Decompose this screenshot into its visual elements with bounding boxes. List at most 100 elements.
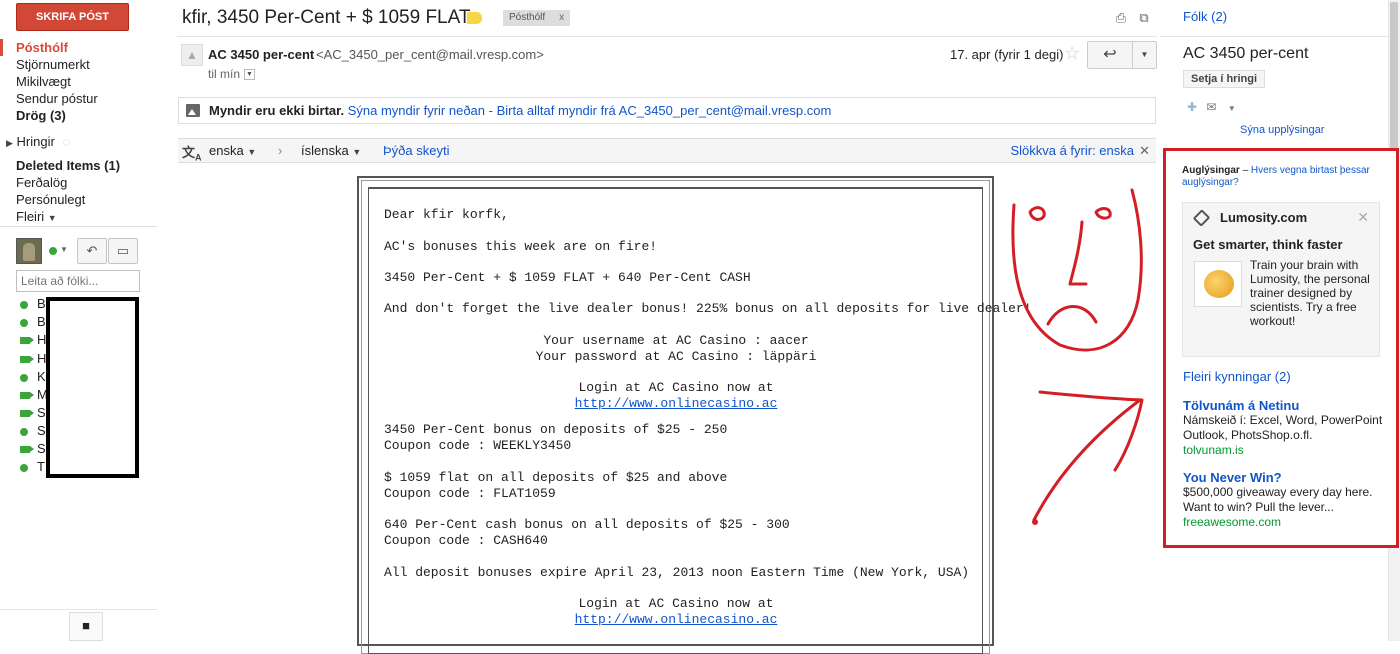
label-tag-icon[interactable] xyxy=(467,12,482,24)
nav-item-deleted-items[interactable]: Deleted Items (1) xyxy=(0,157,160,174)
sad-face-outline xyxy=(1011,188,1143,352)
casino-link[interactable]: http://www.onlinecasino.ac xyxy=(575,612,778,627)
more-offers-link[interactable]: Fleiri kynningar (2) xyxy=(1183,369,1291,384)
inbox-label-chip[interactable]: Pósthólf x xyxy=(503,10,571,26)
body-line: $ 1059 flat on all deposits of $25 and a… xyxy=(384,470,728,485)
nav-item-drafts[interactable]: Drög (3) xyxy=(0,107,160,124)
header-divider xyxy=(177,36,1157,37)
ads-dash: – xyxy=(1239,165,1251,176)
nav-item-circles[interactable]: ▶ Hringir ◌ xyxy=(0,133,160,150)
ad-title[interactable]: You Never Win? xyxy=(1183,470,1388,485)
video-status-icon xyxy=(20,446,34,454)
login-text: Login at AC Casino now at xyxy=(578,596,774,611)
contact-initial: S xyxy=(37,423,46,438)
translate-message-link[interactable]: Þýða skeyti xyxy=(383,143,449,158)
online-status-icon xyxy=(20,463,28,472)
text-ad[interactable]: You Never Win? $500,000 giveaway every d… xyxy=(1183,470,1388,530)
sender-name[interactable]: AC 3450 per-cent xyxy=(208,47,314,62)
contact-initial: H xyxy=(37,351,47,366)
print-icon[interactable]: ⎙ xyxy=(1114,11,1128,24)
people-search-input[interactable] xyxy=(16,270,140,292)
body-line: All deposit bonuses expire April 23, 201… xyxy=(384,565,970,580)
nav-divider xyxy=(0,226,157,227)
nav-item-inbox[interactable]: Pósthólf xyxy=(0,39,160,56)
body-line: 3450 Per-Cent bonus on deposits of $25 -… xyxy=(384,422,728,437)
contact-initial: T xyxy=(37,459,45,474)
video-status-icon xyxy=(20,410,34,418)
labels-list: Deleted Items (1) Ferðalög Persónulegt F… xyxy=(0,157,160,225)
contact-initial: B xyxy=(37,314,46,329)
disable-translate-link[interactable]: Slökkva á fyrir: enska xyxy=(1010,143,1134,158)
expand-triangle-icon[interactable]: ▶ xyxy=(6,138,13,148)
chat-bubble-icon[interactable]: ▭ xyxy=(108,238,138,264)
more-label: Fleiri xyxy=(16,209,45,224)
status-online-icon[interactable] xyxy=(49,247,57,255)
close-icon[interactable]: x xyxy=(559,12,564,23)
nav-item-travel[interactable]: Ferðalög xyxy=(0,174,160,191)
ad-title[interactable]: Get smarter, think faster xyxy=(1193,237,1343,252)
casino-link-wrap: http://www.onlinecasino.ac xyxy=(369,396,983,412)
circles-section: ▶ Hringir ◌ xyxy=(0,133,160,150)
translate-icon: 文A xyxy=(182,145,202,163)
mail-icon[interactable]: ✉ xyxy=(1206,100,1216,114)
password-line: Your password at AC Casino : läppäri xyxy=(535,349,817,364)
body-line: 640 Per-Cent cash bonus on all deposits … xyxy=(384,517,790,532)
translate-bar: 文A enska ▼ › íslenska ▼ Þýða skeyti Slök… xyxy=(178,138,1156,163)
contact-initial: S xyxy=(37,441,46,456)
more-dropdown-button[interactable]: ▼ xyxy=(1132,41,1157,69)
compose-button[interactable]: SKRIFA PÓST xyxy=(16,3,129,31)
message-body-frame: Dear kfir korfk, AC's bonuses this week … xyxy=(357,176,1032,654)
arrow-head xyxy=(1038,390,1144,472)
circles-icon: ◌ xyxy=(62,134,71,149)
source-language-select[interactable]: enska ▼ xyxy=(209,143,256,158)
sidebar-divider xyxy=(1160,36,1388,37)
star-icon[interactable]: ☆ xyxy=(1064,43,1080,64)
nav-item-important[interactable]: Mikilvægt xyxy=(0,73,160,90)
contact-initial: B xyxy=(37,296,46,311)
contact-name[interactable]: AC 3450 per-cent xyxy=(1183,45,1308,63)
nav-item-more[interactable]: Fleiri ▼ xyxy=(0,208,160,225)
body-line: AC's bonuses this week are on fire! xyxy=(384,239,658,254)
add-to-circles-button[interactable]: Setja í hringi xyxy=(1183,70,1266,88)
close-icon[interactable]: ✕ xyxy=(1139,143,1150,159)
ad-url[interactable]: tolvunam.is xyxy=(1183,443,1388,458)
phone-icon[interactable]: ↶ xyxy=(77,238,107,264)
more-dropdown-icon: ▼ xyxy=(1140,50,1149,59)
nav-item-starred[interactable]: Stjörnumerkt xyxy=(0,56,160,73)
ad-text: Námskeið í: Excel, Word, PowerPoint Outl… xyxy=(1183,413,1383,442)
chevron-down-icon: ▼ xyxy=(352,147,362,157)
ad-url[interactable]: freeawesome.com xyxy=(1183,515,1388,530)
body-line: And don't forget the live dealer bonus! … xyxy=(384,301,1032,316)
target-language-select[interactable]: íslenska ▼ xyxy=(301,143,361,158)
recipient-line: til mín ▼ xyxy=(208,67,256,81)
source-language-label: enska xyxy=(209,143,244,158)
always-show-images-link[interactable]: Birta alltaf myndir frá AC_3450_per_cent… xyxy=(497,103,832,118)
chevron-down-icon: ▼ xyxy=(247,147,257,157)
message-date: 17. apr (fyrir 1 degi) xyxy=(950,47,1064,62)
reply-button[interactable]: ↩ xyxy=(1087,41,1133,69)
body-line: Coupon code : WEEKLY3450 xyxy=(384,438,572,453)
text-ad[interactable]: Tölvunám á Netinu Námskeið í: Excel, Wor… xyxy=(1183,398,1388,458)
chevron-down-icon[interactable]: ▼ xyxy=(1228,104,1236,113)
show-details-link[interactable]: Sýna upplýsingar xyxy=(1240,124,1324,136)
add-person-icon[interactable]: ✚ xyxy=(1187,100,1197,114)
casino-link[interactable]: http://www.onlinecasino.ac xyxy=(575,396,778,411)
status-dropdown-icon[interactable]: ▼ xyxy=(60,245,68,254)
nav-item-sent[interactable]: Sendur póstur xyxy=(0,90,160,107)
avatar[interactable] xyxy=(16,238,42,264)
ad-title[interactable]: Tölvunám á Netinu xyxy=(1183,398,1388,413)
chevron-down-icon: ▼ xyxy=(47,213,57,223)
people-link[interactable]: Fólk (2) xyxy=(1183,9,1227,24)
online-status-icon xyxy=(20,318,28,327)
new-window-icon[interactable]: ⧉ xyxy=(1137,11,1151,24)
video-status-icon xyxy=(20,356,34,364)
details-dropdown-icon[interactable]: ▼ xyxy=(244,69,256,81)
nav-item-personal[interactable]: Persónulegt xyxy=(0,191,160,208)
show-images-link[interactable]: Sýna myndir fyrir neðan xyxy=(348,103,485,118)
chat-divider xyxy=(0,609,157,610)
close-icon[interactable]: ✕ xyxy=(1357,209,1369,226)
login-text: Login at AC Casino now at xyxy=(578,380,774,395)
lumosity-ad-card[interactable]: Lumosity.com ✕ Get smarter, think faster… xyxy=(1182,202,1380,357)
online-status-icon xyxy=(20,427,28,436)
chat-bubble-icon[interactable]: ■ xyxy=(69,612,103,641)
